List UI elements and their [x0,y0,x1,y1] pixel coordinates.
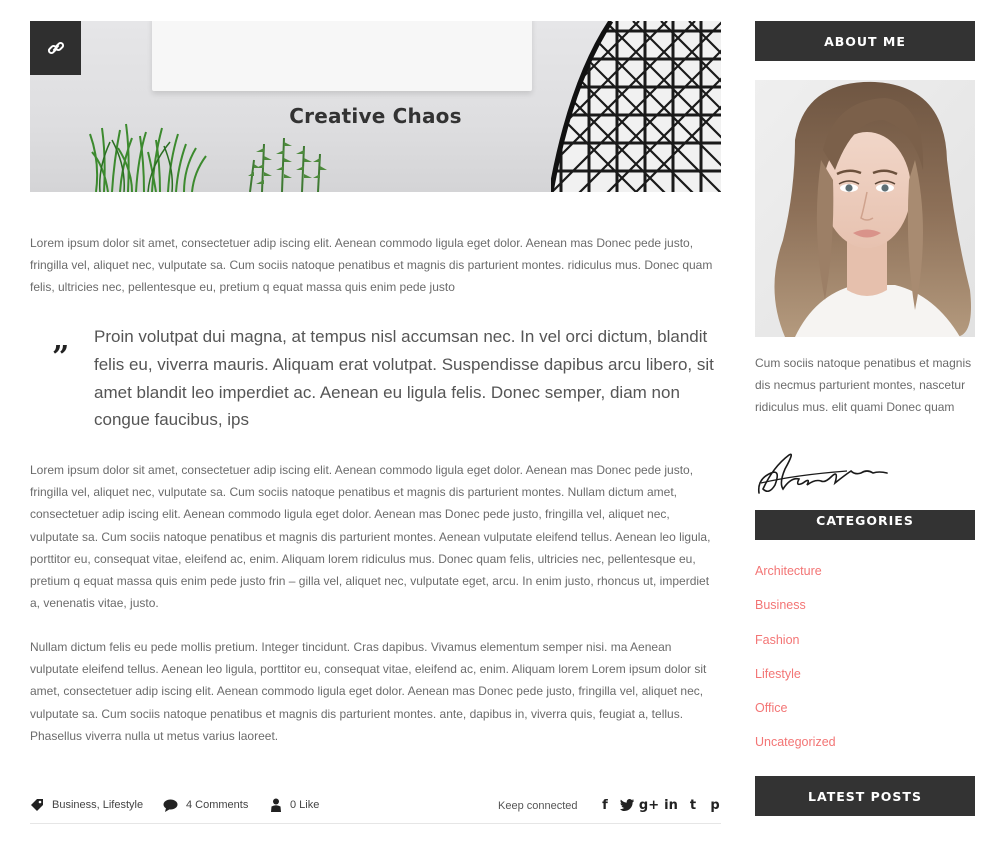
tumblr-icon[interactable]: t [686,796,700,814]
hero-plant-middle [248,137,327,192]
blockquote-text: Proin volutpat dui magna, at tempus nisl… [94,327,714,430]
post-format-link-badge[interactable] [30,21,81,75]
about-me-heading: ABOUT ME [755,21,975,61]
author-signature [757,453,888,494]
link-icon [47,41,64,55]
category-link-office[interactable]: Office [755,698,836,732]
latest-posts-heading: LATEST POSTS [755,776,975,816]
comment-icon [163,799,178,812]
category-link-business[interactable]: Business [755,595,836,629]
post-meta-bar: Business, Lifestyle 4 Comments 0 Like Ke… [30,793,721,824]
post-paragraph-2: Lorem ipsum dolor sit amet, consectetuer… [30,463,711,611]
category-link-lifestyle[interactable]: Lifestyle [755,664,836,698]
post-likes-count[interactable]: 0 Like [290,799,319,811]
categories-heading: CATEGORIES [755,510,975,540]
category-link-architecture[interactable]: Architecture [755,561,836,595]
google-plus-icon[interactable]: g+ [639,796,659,814]
author-portrait [755,80,975,337]
category-list: Architecture Business Fashion Lifestyle … [755,561,836,767]
blog-post-page: Creative Chaos Lorem ipsum dolor sit ame… [0,0,1000,845]
tag-icon [31,799,43,811]
about-me-text: Cum sociis natoque penatibus et magnis d… [755,356,972,415]
post-main-column: Creative Chaos Lorem ipsum dolor sit ame… [30,21,721,824]
post-tags: Business, Lifestyle [30,797,143,813]
post-comments-count[interactable]: 4 Comments [186,799,248,811]
user-icon [271,798,281,812]
post-hero-image: Creative Chaos [30,21,721,192]
post-paragraph-1: Lorem ipsum dolor sit amet, consectetuer… [30,236,713,295]
quote-icon: ” [52,340,70,375]
portrait-illustration [755,80,975,337]
post-title[interactable]: Creative Chaos [30,104,721,128]
facebook-icon[interactable]: f [598,796,612,814]
post-likes[interactable]: 0 Like [270,797,319,813]
pinterest-icon[interactable]: p [708,796,722,814]
category-link-uncategorized[interactable]: Uncategorized [755,732,836,766]
twitter-icon[interactable] [620,796,634,814]
social-share-links: f g+ in t p [598,796,722,814]
post-paragraph-3: Nullam dictum felis eu pede mollis preti… [30,640,707,743]
post-tags-link[interactable]: Business, Lifestyle [52,799,143,811]
hero-grass-left [89,123,207,192]
linkedin-icon[interactable]: in [664,796,678,814]
keep-connected-label: Keep connected [498,800,578,812]
post-comments[interactable]: 4 Comments [163,797,248,813]
category-link-fashion[interactable]: Fashion [755,630,836,664]
hero-canvas-frame [152,21,532,91]
